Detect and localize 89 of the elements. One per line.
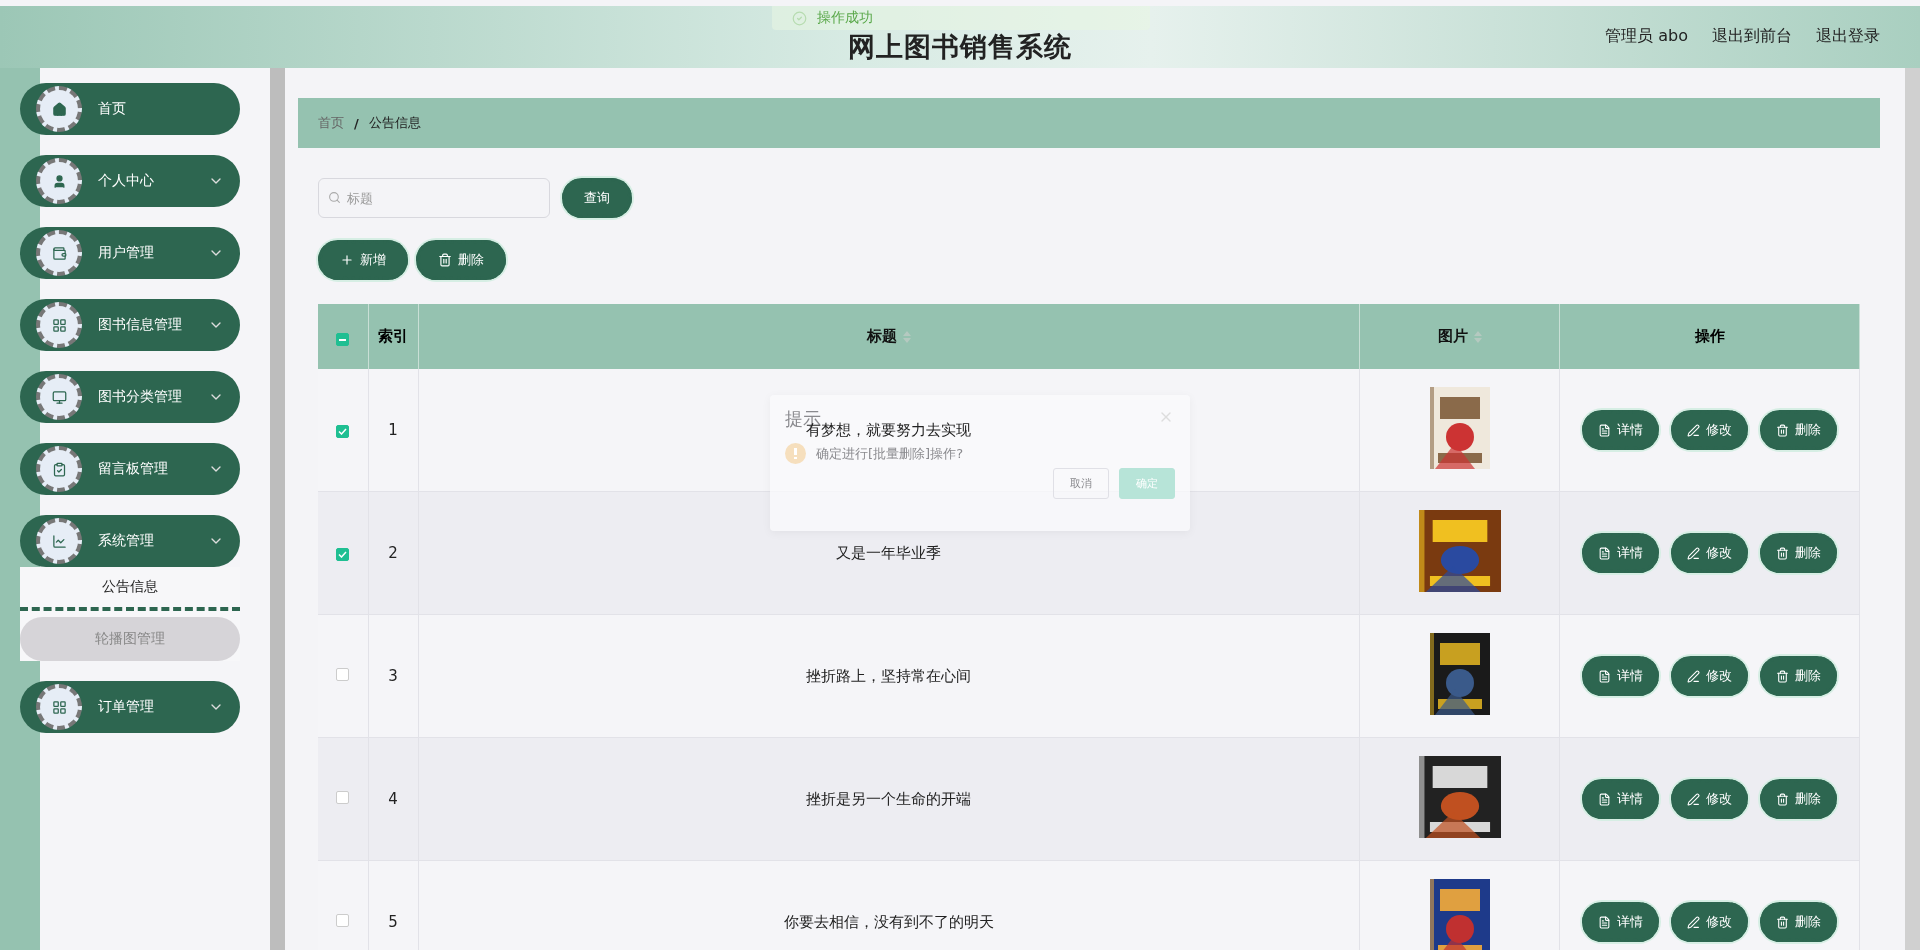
sort-icon[interactable] <box>902 330 911 343</box>
sidebar-item[interactable]: 图书分类管理 <box>20 371 240 423</box>
document-icon <box>1598 792 1611 806</box>
sidebar-item[interactable]: 首页 <box>20 83 240 135</box>
header-link[interactable]: 管理员 abo <box>1605 26 1688 47</box>
sidebar-item[interactable]: 用户管理 <box>20 227 240 279</box>
cancel-button[interactable]: 取消 <box>1053 468 1109 499</box>
select-all-checkbox[interactable] <box>336 333 350 347</box>
index-cell: 5 <box>388 913 398 931</box>
pencil-icon <box>1687 792 1700 806</box>
trash-icon <box>438 253 452 267</box>
sidebar-item[interactable]: 图书信息管理 <box>20 299 240 351</box>
title-cell: 挫折路上，坚持常在心间 <box>806 666 972 685</box>
column-header: 操作 <box>1694 327 1725 345</box>
index-cell: 3 <box>388 667 398 685</box>
grid-icon <box>51 317 67 333</box>
detail-button[interactable]: 详情 <box>1582 779 1659 819</box>
sidebar-item[interactable]: 系统管理 <box>20 515 240 567</box>
scrollbar[interactable] <box>1905 68 1920 950</box>
delete-button[interactable]: 删除 <box>1760 533 1837 573</box>
warning-icon <box>785 443 806 464</box>
trash-icon <box>1776 792 1789 806</box>
index-cell: 2 <box>388 544 398 562</box>
pencil-icon <box>1687 669 1700 683</box>
sort-icon[interactable] <box>1473 330 1482 343</box>
grid-icon <box>51 699 67 715</box>
delete-button[interactable]: 删除 <box>1760 779 1837 819</box>
sidebar-item[interactable]: 订单管理 <box>20 681 240 733</box>
edit-button[interactable]: 修改 <box>1671 533 1748 573</box>
column-header[interactable]: 标题 <box>866 327 897 345</box>
pencil-icon <box>1687 546 1700 560</box>
chart-icon <box>51 533 67 549</box>
edit-button[interactable]: 修改 <box>1671 902 1748 942</box>
minus-icon <box>339 338 347 341</box>
sidebar-item[interactable]: 个人中心 <box>20 155 240 207</box>
trash-icon <box>1776 915 1789 929</box>
document-icon <box>1598 915 1611 929</box>
search-field[interactable]: 标题 <box>318 178 550 218</box>
row-checkbox[interactable] <box>336 425 350 438</box>
detail-button[interactable]: 详情 <box>1582 902 1659 942</box>
clipboard-icon <box>51 461 67 477</box>
sidebar-item[interactable]: 留言板管理 <box>20 443 240 495</box>
scrollbar[interactable] <box>270 68 285 950</box>
monitor-icon <box>51 389 67 405</box>
delete-button[interactable]: 删除 <box>1760 902 1837 942</box>
detail-button[interactable]: 详情 <box>1582 410 1659 450</box>
title-cell: 又是一年毕业季 <box>836 543 942 562</box>
home-icon <box>51 101 67 117</box>
edit-button[interactable]: 修改 <box>1671 779 1748 819</box>
delete-button[interactable]: 删除 <box>1760 410 1837 450</box>
search-icon <box>328 191 341 204</box>
pencil-icon <box>1687 423 1700 437</box>
edit-button[interactable]: 修改 <box>1671 656 1748 696</box>
index-cell: 4 <box>388 790 398 808</box>
pencil-icon <box>1687 915 1700 929</box>
trash-icon <box>1776 546 1789 560</box>
plus-icon <box>340 253 354 267</box>
detail-button[interactable]: 详情 <box>1582 533 1659 573</box>
document-icon <box>1598 669 1611 683</box>
trash-icon <box>1776 669 1789 683</box>
row-checkbox[interactable] <box>336 548 350 561</box>
breadcrumb-link[interactable]: 公告信息 <box>368 114 421 132</box>
toast-message: 操作成功 <box>817 9 873 27</box>
document-icon <box>1598 423 1611 437</box>
dialog-message: 确定进行[批量删除]操作? <box>816 444 964 463</box>
trash-icon <box>1776 423 1789 437</box>
row-checkbox[interactable] <box>336 791 350 804</box>
header-link[interactable]: 退出登录 <box>1816 26 1880 47</box>
breadcrumb-separator: / <box>354 115 359 131</box>
add-button[interactable]: 新增 <box>318 240 408 280</box>
delete-button[interactable]: 删除 <box>1760 656 1837 696</box>
index-cell: 1 <box>388 421 398 439</box>
wallet-icon <box>51 245 67 261</box>
check-icon <box>792 10 807 26</box>
column-header: 索引 <box>378 327 408 345</box>
document-icon <box>1598 546 1611 560</box>
search-button[interactable]: 查询 <box>562 178 632 218</box>
title-cell: 你要去相信，没有到不了的明天 <box>783 912 994 931</box>
row-checkbox[interactable] <box>336 914 350 927</box>
edit-button[interactable]: 修改 <box>1671 410 1748 450</box>
detail-button[interactable]: 详情 <box>1582 656 1659 696</box>
app-title: 网上图书销售系统 <box>848 32 1072 60</box>
row-checkbox[interactable] <box>336 668 350 681</box>
title-cell: 挫折是另一个生命的开端 <box>806 789 972 808</box>
submenu-item[interactable]: 公告信息 <box>20 567 240 611</box>
column-header[interactable]: 图片 <box>1437 327 1468 345</box>
header-link[interactable]: 退出到前台 <box>1712 26 1792 47</box>
user-icon <box>51 173 67 189</box>
delete-button[interactable]: 删除 <box>416 240 506 280</box>
